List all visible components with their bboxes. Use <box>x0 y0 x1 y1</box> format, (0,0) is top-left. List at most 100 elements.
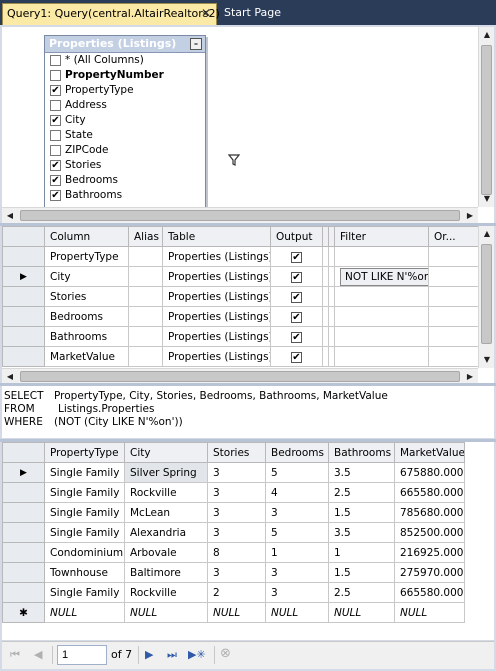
criteria-output-cell[interactable]: ✔ <box>270 246 323 267</box>
criteria-alias-cell[interactable] <box>128 286 163 307</box>
row-selector[interactable] <box>2 306 45 327</box>
column-checkbox[interactable]: ✔ <box>50 160 61 171</box>
output-checkbox[interactable]: ✔ <box>291 271 302 283</box>
results-cell[interactable]: Single Family <box>44 462 125 483</box>
criteria-output-cell[interactable]: ✔ <box>270 346 323 367</box>
tab-start-page[interactable]: Start Page <box>224 6 281 19</box>
filter-header[interactable]: Filter <box>334 226 429 247</box>
results-cell[interactable]: 1.5 <box>328 562 395 583</box>
criteria-column-cell[interactable]: Bedrooms <box>44 306 129 327</box>
row-selector[interactable]: ▶ <box>2 462 45 483</box>
output-checkbox[interactable]: ✔ <box>291 291 302 303</box>
criteria-table-cell[interactable]: Properties (Listings) <box>162 326 271 347</box>
row-selector[interactable] <box>2 326 45 347</box>
results-cell[interactable]: Arbovale <box>124 542 208 563</box>
row-selector[interactable]: ▶ <box>2 266 45 287</box>
criteria-column-cell[interactable]: Stories <box>44 286 129 307</box>
diagram-column-item[interactable]: ✔ City <box>45 113 205 128</box>
results-row[interactable]: Condominium Arbovale 8 1 1 216925.0000 <box>2 542 465 563</box>
results-row[interactable]: Single Family Rockville 2 3 2.5 665580.0000 <box>2 582 465 603</box>
criteria-row[interactable]: PropertyType Properties (Listings) ✔ <box>2 246 479 267</box>
new-row-icon[interactable]: ✱ <box>2 602 45 623</box>
criteria-filter-cell[interactable] <box>334 246 429 267</box>
diagram-column-item[interactable]: ✔ Bathrooms <box>45 188 205 203</box>
close-icon[interactable]: ✕ <box>201 6 211 20</box>
scroll-down-icon[interactable]: ▼ <box>479 191 494 207</box>
results-cell[interactable]: Rockville <box>124 482 208 503</box>
criteria-or-cell[interactable] <box>428 326 479 347</box>
results-cell[interactable]: 1 <box>328 542 395 563</box>
column-checkbox[interactable]: ✔ <box>50 190 61 201</box>
column-checkbox[interactable]: ✔ <box>50 115 61 126</box>
results-new-row[interactable]: ✱ NULL NULL NULL NULL NULL NULL <box>2 602 465 623</box>
scroll-left-icon[interactable]: ◀ <box>2 208 18 223</box>
criteria-column-cell[interactable]: City <box>44 266 129 287</box>
table-header[interactable]: Table <box>162 226 271 247</box>
criteria-output-cell[interactable]: ✔ <box>270 306 323 327</box>
row-selector[interactable] <box>2 562 45 583</box>
column-checkbox[interactable]: ✔ <box>50 175 61 186</box>
scroll-thumb[interactable] <box>20 371 460 382</box>
diagram-column-item[interactable]: ✔ PropertyType <box>45 83 205 98</box>
scroll-thumb[interactable] <box>481 45 492 195</box>
results-cell[interactable]: 3 <box>207 462 266 483</box>
results-cell[interactable]: 3 <box>207 502 266 523</box>
column-checkbox[interactable] <box>50 100 61 111</box>
criteria-row[interactable]: ▶ City Properties (Listings) ✔ NOT LIKE N'%o… <box>2 266 479 287</box>
results-cell[interactable]: Single Family <box>44 582 125 603</box>
output-header[interactable]: Output <box>270 226 323 247</box>
scroll-up-icon[interactable]: ▲ <box>479 226 494 242</box>
results-cell[interactable]: 3.5 <box>328 462 395 483</box>
criteria-column-cell[interactable]: PropertyType <box>44 246 129 267</box>
criteria-row[interactable]: Bedrooms Properties (Listings) ✔ <box>2 306 479 327</box>
output-checkbox[interactable]: ✔ <box>291 351 302 363</box>
results-cell[interactable]: 665580.0000 <box>394 482 465 503</box>
column-header[interactable]: Column <box>44 226 129 247</box>
page-number-input[interactable] <box>57 645 107 665</box>
column-checkbox[interactable]: ✔ <box>50 85 61 96</box>
criteria-alias-cell[interactable] <box>128 326 163 347</box>
results-column-header[interactable]: Bedrooms <box>265 442 329 463</box>
scroll-right-icon[interactable]: ▶ <box>462 369 478 384</box>
results-row[interactable]: Single Family Alexandria 3 5 3.5 852500.0000 <box>2 522 465 543</box>
row-selector[interactable] <box>2 346 45 367</box>
column-checkbox[interactable] <box>50 70 61 81</box>
results-cell[interactable]: 216925.0000 <box>394 542 465 563</box>
output-checkbox[interactable]: ✔ <box>291 311 302 323</box>
results-row[interactable]: Single Family Rockville 3 4 2.5 665580.0000 <box>2 482 465 503</box>
results-column-header[interactable]: Bathrooms <box>328 442 395 463</box>
row-selector[interactable] <box>2 246 45 267</box>
results-cell[interactable]: 3 <box>265 502 329 523</box>
scroll-thumb[interactable] <box>481 244 492 344</box>
results-cell[interactable]: 8 <box>207 542 266 563</box>
column-checkbox[interactable] <box>50 130 61 141</box>
criteria-or-cell[interactable] <box>428 346 479 367</box>
criteria-or-cell[interactable] <box>428 246 479 267</box>
results-cell[interactable]: 3 <box>265 562 329 583</box>
null-cell[interactable]: NULL <box>124 602 208 623</box>
results-cell[interactable]: 675880.0000 <box>394 462 465 483</box>
first-record-icon[interactable]: ⏮ <box>10 648 20 662</box>
results-cell[interactable]: Townhouse <box>44 562 125 583</box>
results-cell[interactable]: 3 <box>207 562 266 583</box>
results-column-header[interactable]: Stories <box>207 442 266 463</box>
results-cell[interactable]: Single Family <box>44 522 125 543</box>
results-cell[interactable]: 2.5 <box>328 582 395 603</box>
criteria-or-cell[interactable] <box>428 286 479 307</box>
row-selector[interactable] <box>2 286 45 307</box>
results-cell[interactable]: 3 <box>207 482 266 503</box>
results-cell[interactable]: Alexandria <box>124 522 208 543</box>
row-selector[interactable] <box>2 482 45 503</box>
results-cell[interactable]: 4 <box>265 482 329 503</box>
scroll-right-icon[interactable]: ▶ <box>462 208 478 223</box>
criteria-row[interactable]: Bathrooms Properties (Listings) ✔ <box>2 326 479 347</box>
results-row[interactable]: ▶ Single Family Silver Spring 3 5 3.5 675880.0… <box>2 462 465 483</box>
results-cell[interactable]: 3 <box>207 522 266 543</box>
criteria-or-cell[interactable] <box>428 306 479 327</box>
criteria-row[interactable]: MarketValue Properties (Listings) ✔ <box>2 346 479 367</box>
null-cell[interactable]: NULL <box>265 602 329 623</box>
or-header[interactable]: Or... <box>428 226 479 247</box>
column-checkbox[interactable] <box>50 55 61 66</box>
row-selector[interactable] <box>2 502 45 523</box>
criteria-or-cell[interactable] <box>428 266 479 287</box>
